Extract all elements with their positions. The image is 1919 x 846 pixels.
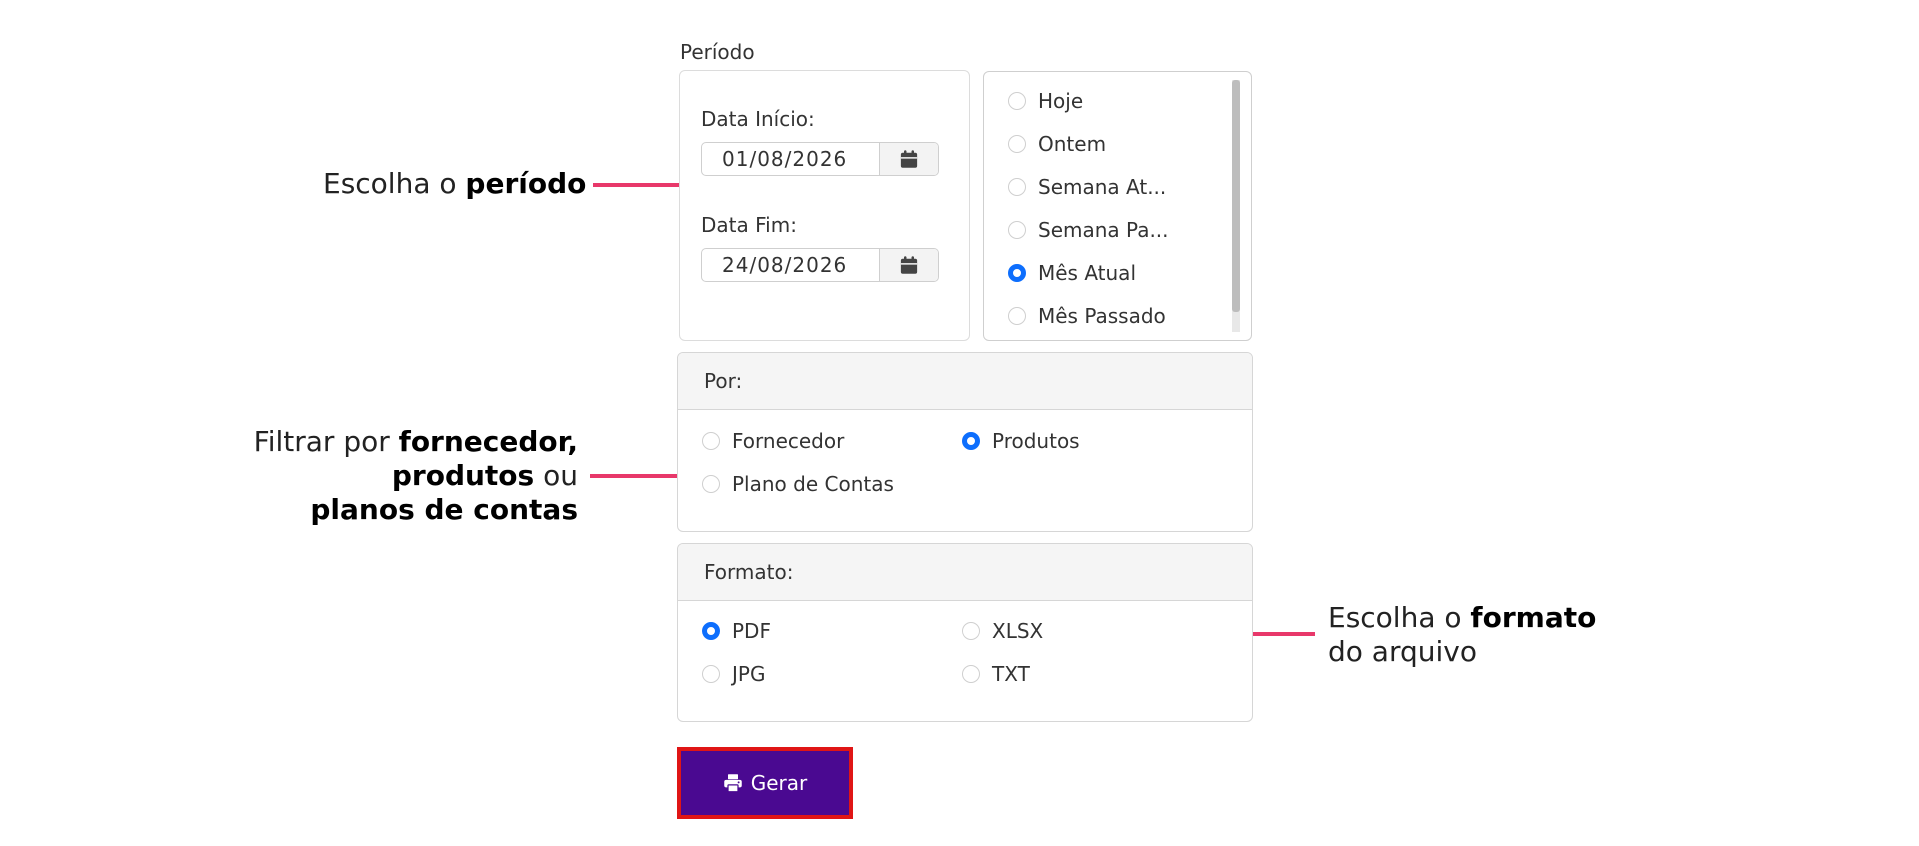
period-option-yesterday[interactable]: Ontem <box>1008 132 1106 156</box>
radio-button-checked[interactable] <box>962 432 980 450</box>
radio-button[interactable] <box>702 475 720 493</box>
option-label: Ontem <box>1038 132 1107 156</box>
radio-button[interactable] <box>702 432 720 450</box>
radio-button-checked[interactable] <box>702 622 720 640</box>
start-date-value[interactable]: 01/08/2026 <box>702 147 879 171</box>
start-date-field[interactable]: 01/08/2026 <box>701 142 939 176</box>
format-panel: Formato: PDF XLSX JPG TXT <box>677 543 1253 722</box>
filter-option-products[interactable]: Produtos <box>962 429 1080 453</box>
period-option-current-week[interactable]: Semana At... <box>1008 175 1166 199</box>
radio-button[interactable] <box>962 622 980 640</box>
filter-panel: Por: Fornecedor Produtos Plano de Contas <box>677 352 1253 532</box>
option-label: TXT <box>992 662 1030 686</box>
format-option-jpg[interactable]: JPG <box>702 662 765 686</box>
annotation-bold: produtos <box>391 459 535 492</box>
scrollbar-thumb[interactable] <box>1232 80 1240 312</box>
quick-period-list: Hoje Ontem Semana At... Semana Pa... Mês… <box>983 71 1252 341</box>
start-date-label: Data Início: <box>701 107 815 131</box>
annotation-text: Filtrar por <box>253 425 399 458</box>
annotation-line-filter <box>590 474 677 478</box>
filter-option-chart-of-accounts[interactable]: Plano de Contas <box>702 472 894 496</box>
annotation-text: ou <box>534 459 578 492</box>
radio-button[interactable] <box>702 665 720 683</box>
end-date-label: Data Fim: <box>701 213 797 237</box>
option-label: Semana Pa... <box>1038 218 1169 242</box>
generate-button-highlight: Gerar <box>677 747 853 819</box>
annotation-bold: período <box>465 167 587 200</box>
annotation-format: Escolha o formato do arquivo <box>1328 601 1596 669</box>
radio-button[interactable] <box>1008 92 1026 110</box>
annotation-text: Escolha o <box>323 167 466 200</box>
calendar-icon[interactable] <box>879 143 938 175</box>
end-date-field[interactable]: 24/08/2026 <box>701 248 939 282</box>
format-option-txt[interactable]: TXT <box>962 662 1030 686</box>
annotation-bold: formato <box>1470 601 1597 634</box>
radio-button[interactable] <box>1008 307 1026 325</box>
radio-button[interactable] <box>1008 135 1026 153</box>
radio-button-checked[interactable] <box>1008 264 1026 282</box>
generate-button-label: Gerar <box>750 771 808 795</box>
end-date-value[interactable]: 24/08/2026 <box>702 253 879 277</box>
annotation-period: Escolha o período <box>323 167 586 201</box>
option-label: Mês Passado <box>1038 304 1166 328</box>
annotation-bold: fornecedor, <box>398 425 578 458</box>
option-label: XLSX <box>992 619 1044 643</box>
radio-button[interactable] <box>1008 178 1026 196</box>
option-label: Fornecedor <box>732 429 845 453</box>
period-option-current-month[interactable]: Mês Atual <box>1008 261 1136 285</box>
annotation-line-format <box>1253 632 1315 636</box>
calendar-icon[interactable] <box>879 249 938 281</box>
annotation-filter: Filtrar por fornecedor, produtos ou plan… <box>200 425 578 527</box>
printer-icon <box>723 774 742 793</box>
option-label: Plano de Contas <box>732 472 894 496</box>
option-label: JPG <box>732 662 766 686</box>
date-range-box: Data Início: 01/08/2026 Data Fim: 24/08/… <box>679 70 970 341</box>
period-title: Período <box>680 40 755 64</box>
option-label: Semana At... <box>1038 175 1167 199</box>
option-label: Produtos <box>992 429 1080 453</box>
annotation-text: Escolha o <box>1328 601 1471 634</box>
format-option-pdf[interactable]: PDF <box>702 619 771 643</box>
radio-button[interactable] <box>1008 221 1026 239</box>
generate-button[interactable]: Gerar <box>681 751 849 815</box>
annotation-bold: planos de contas <box>310 493 578 526</box>
filter-option-supplier[interactable]: Fornecedor <box>702 429 844 453</box>
filter-header: Por: <box>678 353 1252 410</box>
period-option-last-month[interactable]: Mês Passado <box>1008 304 1166 328</box>
format-header: Formato: <box>678 544 1252 601</box>
period-option-last-week[interactable]: Semana Pa... <box>1008 218 1169 242</box>
format-option-xlsx[interactable]: XLSX <box>962 619 1043 643</box>
option-label: Mês Atual <box>1038 261 1136 285</box>
annotation-text: do arquivo <box>1328 635 1477 668</box>
option-label: Hoje <box>1038 89 1084 113</box>
period-option-today[interactable]: Hoje <box>1008 89 1083 113</box>
option-label: PDF <box>732 619 771 643</box>
annotation-line-period <box>593 183 679 187</box>
radio-button[interactable] <box>962 665 980 683</box>
